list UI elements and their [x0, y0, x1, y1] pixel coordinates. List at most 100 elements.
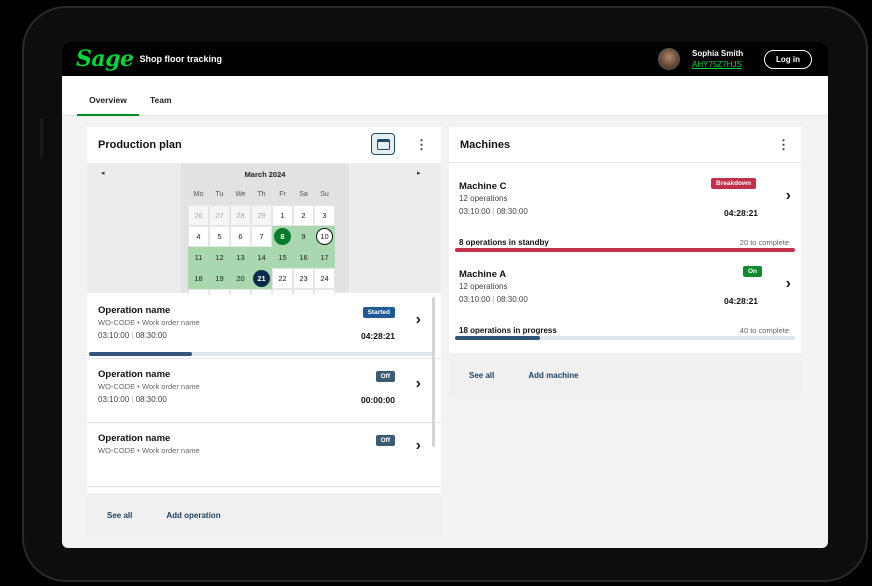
side-button	[40, 118, 43, 158]
calendar-day[interactable]: 2	[293, 205, 314, 226]
scrollbar[interactable]	[432, 297, 435, 447]
tab-bar: Overview Team	[62, 76, 828, 116]
production-plan-header: Production plan ⋮	[87, 127, 441, 163]
machine-name: Machine A	[459, 269, 507, 280]
calendar-day[interactable]: 17	[314, 247, 335, 268]
app-title: Shop floor tracking	[139, 54, 223, 64]
operation-name: Operation name	[98, 369, 171, 380]
calendar-day[interactable]: 3	[314, 205, 335, 226]
user-name: Sophia Smith	[692, 49, 744, 58]
user-code-link[interactable]: AHY75Z7HJS	[692, 59, 743, 70]
start-time: 03:10:00	[459, 295, 491, 304]
user-info: Sophia Smith AHY75Z7HJS	[692, 48, 743, 70]
avatar[interactable]	[658, 48, 680, 70]
calendar-day[interactable]: 11	[188, 247, 209, 268]
machines-panel: Machines ⋮ Machine C 12 operations 03:10:0…	[449, 127, 801, 397]
machines-header: Machines ⋮	[449, 127, 801, 163]
calendar-day[interactable]: 8	[272, 226, 293, 247]
calendar-month-label: March 2024	[244, 170, 286, 179]
end-time: 08:30:00	[135, 395, 167, 404]
machine-times: 03:10:00 | 08:30:00	[459, 295, 528, 304]
calendar-day[interactable]: 9	[293, 226, 314, 247]
machine-times: 03:10:00 | 08:30:00	[459, 207, 528, 216]
operation-progress-bar	[89, 352, 433, 356]
start-time: 03:10:00	[98, 395, 130, 404]
end-time: 08:30:00	[496, 295, 528, 304]
machine-name: Machine C	[459, 181, 507, 192]
sage-logo: Sage	[76, 46, 134, 72]
machines-kebab-menu-icon[interactable]: ⋮	[777, 137, 790, 153]
calendar-day-label: 10	[316, 228, 333, 245]
machine-card[interactable]: Machine A 12 operations 03:10:00 | 08:30:0…	[449, 251, 801, 340]
prev-month-icon[interactable]: ◂	[101, 169, 105, 177]
calendar-day[interactable]: 19	[209, 268, 230, 289]
calendar: ◂ ▸ March 2024 Mo Tu We Th Fr Sa Su 26 27 28 29 1 2 3…	[87, 163, 441, 331]
weekday-label: Fr	[279, 191, 286, 198]
user-profile[interactable]: Sophia Smith AHY75Z7HJS	[658, 48, 743, 70]
chevron-right-icon[interactable]: ›	[416, 437, 421, 455]
calendar-day[interactable]: 22	[272, 268, 293, 289]
calendar-day[interactable]: 29	[251, 205, 272, 226]
weekday-label: Th	[257, 191, 266, 198]
add-machine-link[interactable]: Add machine	[528, 371, 578, 380]
calendar-day[interactable]: 14	[251, 247, 272, 268]
chevron-right-icon[interactable]: ›	[786, 187, 791, 205]
top-bar: Sage Shop floor tracking Sophia Smith AH…	[62, 42, 828, 76]
calendar-day[interactable]: 18	[188, 268, 209, 289]
calendar-toggle-button[interactable]	[371, 133, 395, 155]
calendar-day[interactable]: 28	[230, 205, 251, 226]
weekday-label: Sa	[299, 191, 308, 198]
calendar-day[interactable]: 15	[272, 247, 293, 268]
operation-name: Operation name	[98, 433, 171, 444]
kebab-menu-icon[interactable]: ⋮	[415, 137, 428, 153]
machine-timer: 04:28:21	[724, 208, 759, 218]
see-all-operations-link[interactable]: See all	[107, 511, 132, 520]
machine-to-complete: 20 to complete	[739, 238, 789, 247]
calendar-day[interactable]: 4	[188, 226, 209, 247]
calendar-day[interactable]: 21	[251, 268, 272, 289]
weekday-label: We	[235, 191, 246, 198]
tab-team[interactable]: Team	[150, 90, 172, 105]
operation-card[interactable]: Operation name WO-CODE • Work order name 0…	[87, 295, 441, 359]
calendar-day[interactable]: 6	[230, 226, 251, 247]
operation-timer: 04:28:21	[360, 331, 395, 341]
calendar-day[interactable]: 26	[188, 205, 209, 226]
machine-status-text: 18 operations in progress	[459, 326, 557, 335]
next-month-icon[interactable]: ▸	[417, 169, 421, 177]
operation-timer: 00:00:00	[360, 395, 395, 405]
add-operation-link[interactable]: Add operation	[166, 511, 220, 520]
tab-overview[interactable]: Overview	[77, 90, 139, 116]
calendar-icon	[376, 138, 390, 150]
calendar-day[interactable]: 24	[314, 268, 335, 289]
see-all-machines-link[interactable]: See all	[469, 371, 494, 380]
status-badge: Started	[362, 307, 395, 318]
calendar-day[interactable]: 20	[230, 268, 251, 289]
calendar-day[interactable]: 27	[209, 205, 230, 226]
machine-status-badge: Breakdown	[711, 178, 757, 189]
chevron-right-icon[interactable]: ›	[416, 311, 421, 329]
calendar-day[interactable]: 1	[272, 205, 293, 226]
calendar-day[interactable]: 12	[209, 247, 230, 268]
calendar-day[interactable]: 10	[314, 226, 335, 247]
app-screen: Sage Shop floor tracking Sophia Smith AH…	[62, 42, 828, 548]
operations-list: Operation name WO-CODE • Work order name 0…	[87, 295, 441, 491]
calendar-day[interactable]: 16	[293, 247, 314, 268]
machine-to-complete: 40 to complete	[739, 326, 789, 335]
operation-card[interactable]: Operation name WO-CODE • Work order name O…	[87, 423, 441, 487]
machine-card[interactable]: Machine C 12 operations 03:10:00 | 08:30:0…	[449, 163, 801, 252]
login-button[interactable]: Log in	[764, 50, 812, 69]
operation-times: 03:10:00 | 08:30:00	[98, 331, 167, 340]
chevron-right-icon[interactable]: ›	[786, 275, 791, 293]
calendar-day[interactable]: 23	[293, 268, 314, 289]
calendar-day[interactable]: 13	[230, 247, 251, 268]
operation-name: Operation name	[98, 305, 171, 316]
production-plan-footer: See all Add operation	[87, 493, 441, 537]
weekday-label: Tu	[215, 191, 224, 198]
calendar-month: March 2024 Mo Tu We Th Fr Sa Su 26 27 28 29 1 2 3 4 5 6 7…	[181, 164, 349, 331]
calendar-day[interactable]: 5	[209, 226, 230, 247]
operation-card[interactable]: Operation name WO-CODE • Work order name 0…	[87, 359, 441, 423]
chevron-right-icon[interactable]: ›	[416, 375, 421, 393]
work-order: WO-CODE • Work order name	[98, 382, 200, 391]
calendar-day[interactable]: 7	[251, 226, 272, 247]
calendar-day-label: 8	[274, 228, 291, 245]
